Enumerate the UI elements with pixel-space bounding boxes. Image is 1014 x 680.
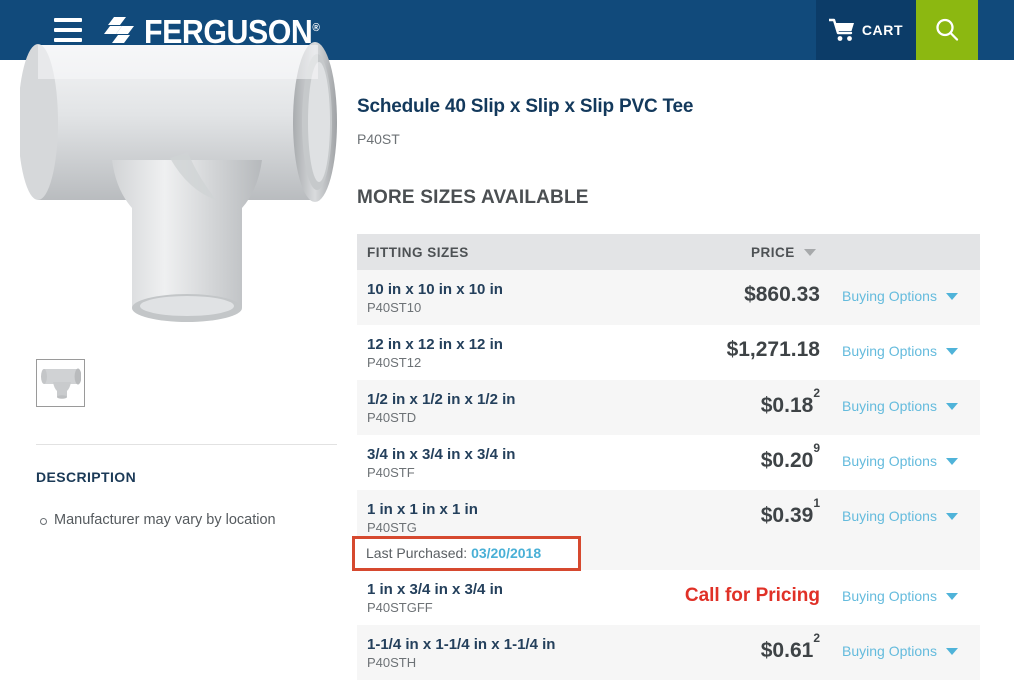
size-label: 10 in x 10 in x 10 in [367,281,503,298]
product-page: FERGUSON® CART DESCRIPTION Manufacturer … [0,0,1014,680]
hamburger-menu-icon[interactable] [54,18,82,42]
page-title: Schedule 40 Slip x Slip x Slip PVC Tee [357,96,694,117]
chevron-down-icon [945,347,958,355]
buying-options-label: Buying Options [842,288,937,304]
chevron-down-icon [945,512,958,520]
buying-options-label: Buying Options [842,588,937,604]
buying-options-label: Buying Options [842,343,937,359]
size-cell: 1 in x 1 in x 1 in P40STG [367,501,478,536]
price-superscript: 2 [813,385,820,400]
annotation-date: 03/20/2018 [471,545,542,561]
chevron-down-icon [945,292,958,300]
annotation-label: Last Purchased: [366,545,468,561]
description-heading: DESCRIPTION [36,469,137,485]
chevron-down-icon [945,457,958,465]
table-row[interactable]: 3/4 in x 3/4 in x 3/4 in P40STF $0.209 B… [357,435,980,490]
search-icon [936,18,959,41]
buying-options-label: Buying Options [842,643,937,659]
price-cell: $0.391 [760,495,820,527]
size-label: 3/4 in x 3/4 in x 3/4 in [367,446,516,463]
price-cell: $860.33 [744,283,820,306]
price-cell: $0.182 [760,385,820,417]
cart-button[interactable]: CART [816,0,916,60]
pvc-tee-thumbnail-icon [40,368,81,399]
size-cell: 1-1/4 in x 1-1/4 in x 1-1/4 in P40STH [367,636,555,671]
size-label: 1/2 in x 1/2 in x 1/2 in [367,391,516,408]
fitting-sizes-table: FITTING SIZES PRICE 10 in x 10 in x 10 i… [357,234,980,680]
size-cell: 12 in x 12 in x 12 in P40ST12 [367,336,503,371]
table-header-row: FITTING SIZES PRICE [357,234,980,270]
size-label: 1 in x 3/4 in x 3/4 in [367,581,503,598]
column-header-price[interactable]: PRICE [751,245,795,260]
more-sizes-heading: MORE SIZES AVAILABLE [357,187,589,208]
cart-label: CART [861,22,904,38]
size-sku: P40STF [367,465,415,480]
annotation-highlight-box: Last Purchased: 03/20/2018 [352,536,581,571]
column-header-fitting-sizes: FITTING SIZES [367,244,469,260]
buying-options-button[interactable]: Buying Options [842,288,958,304]
price-cell: $0.209 [760,440,820,472]
product-thumbnail-1[interactable] [36,359,85,407]
table-row[interactable]: 1 in x 3/4 in x 3/4 in P40STGFF Call for… [357,570,980,625]
price-cell: $1,271.18 [726,338,820,361]
table-row[interactable]: 1-1/4 in x 1-1/4 in x 1-1/4 in P40STH $0… [357,625,980,680]
product-image[interactable] [20,40,345,345]
buying-options-button[interactable]: Buying Options [842,643,958,659]
buying-options-button[interactable]: Buying Options [842,398,958,414]
price-cell: Call for Pricing [684,585,820,606]
description-item: Manufacturer may vary by location [36,511,336,529]
buying-options-button[interactable]: Buying Options [842,588,958,604]
table-row[interactable]: 10 in x 10 in x 10 in P40ST10 $860.33 Bu… [357,270,980,325]
price-superscript: 2 [813,630,820,645]
sort-descending-caret-icon[interactable] [804,249,816,256]
size-sku: P40ST12 [367,355,422,370]
table-row[interactable]: 12 in x 12 in x 12 in P40ST12 $1,271.18 … [357,325,980,380]
search-button[interactable] [916,0,978,60]
buying-options-label: Buying Options [842,398,937,414]
shopping-cart-icon [828,18,854,41]
size-sku: P40STH [367,655,417,670]
chevron-down-icon [945,402,958,410]
annotation-text: Last Purchased: 03/20/2018 [366,545,541,561]
table-row[interactable]: 1/2 in x 1/2 in x 1/2 in P40STD $0.182 B… [357,380,980,435]
size-sku: P40STD [367,410,417,425]
section-divider [36,444,337,445]
size-cell: 10 in x 10 in x 10 in P40ST10 [367,281,503,316]
buying-options-button[interactable]: Buying Options [842,508,958,524]
size-cell: 1/2 in x 1/2 in x 1/2 in P40STD [367,391,515,426]
buying-options-button[interactable]: Buying Options [842,343,958,359]
price-superscript: 9 [813,440,820,455]
description-list: Manufacturer may vary by location [36,511,336,529]
size-label: 12 in x 12 in x 12 in [367,336,503,353]
size-sku: P40ST10 [367,300,422,315]
chevron-down-icon [945,647,958,655]
size-sku: P40STGFF [367,600,433,615]
size-cell: 3/4 in x 3/4 in x 3/4 in P40STF [367,446,515,481]
size-label: 1-1/4 in x 1-1/4 in x 1-1/4 in [367,636,556,653]
size-cell: 1 in x 3/4 in x 3/4 in P40STGFF [367,581,503,616]
price-superscript: 1 [813,495,820,510]
chevron-down-icon [945,592,958,600]
product-sku: P40ST [357,131,400,147]
size-label: 1 in x 1 in x 1 in [367,501,478,518]
size-sku: P40STG [367,520,417,535]
buying-options-button[interactable]: Buying Options [842,453,958,469]
buying-options-label: Buying Options [842,508,937,524]
price-cell: $0.612 [760,630,820,662]
pvc-tee-illustration [20,42,337,322]
buying-options-label: Buying Options [842,453,937,469]
